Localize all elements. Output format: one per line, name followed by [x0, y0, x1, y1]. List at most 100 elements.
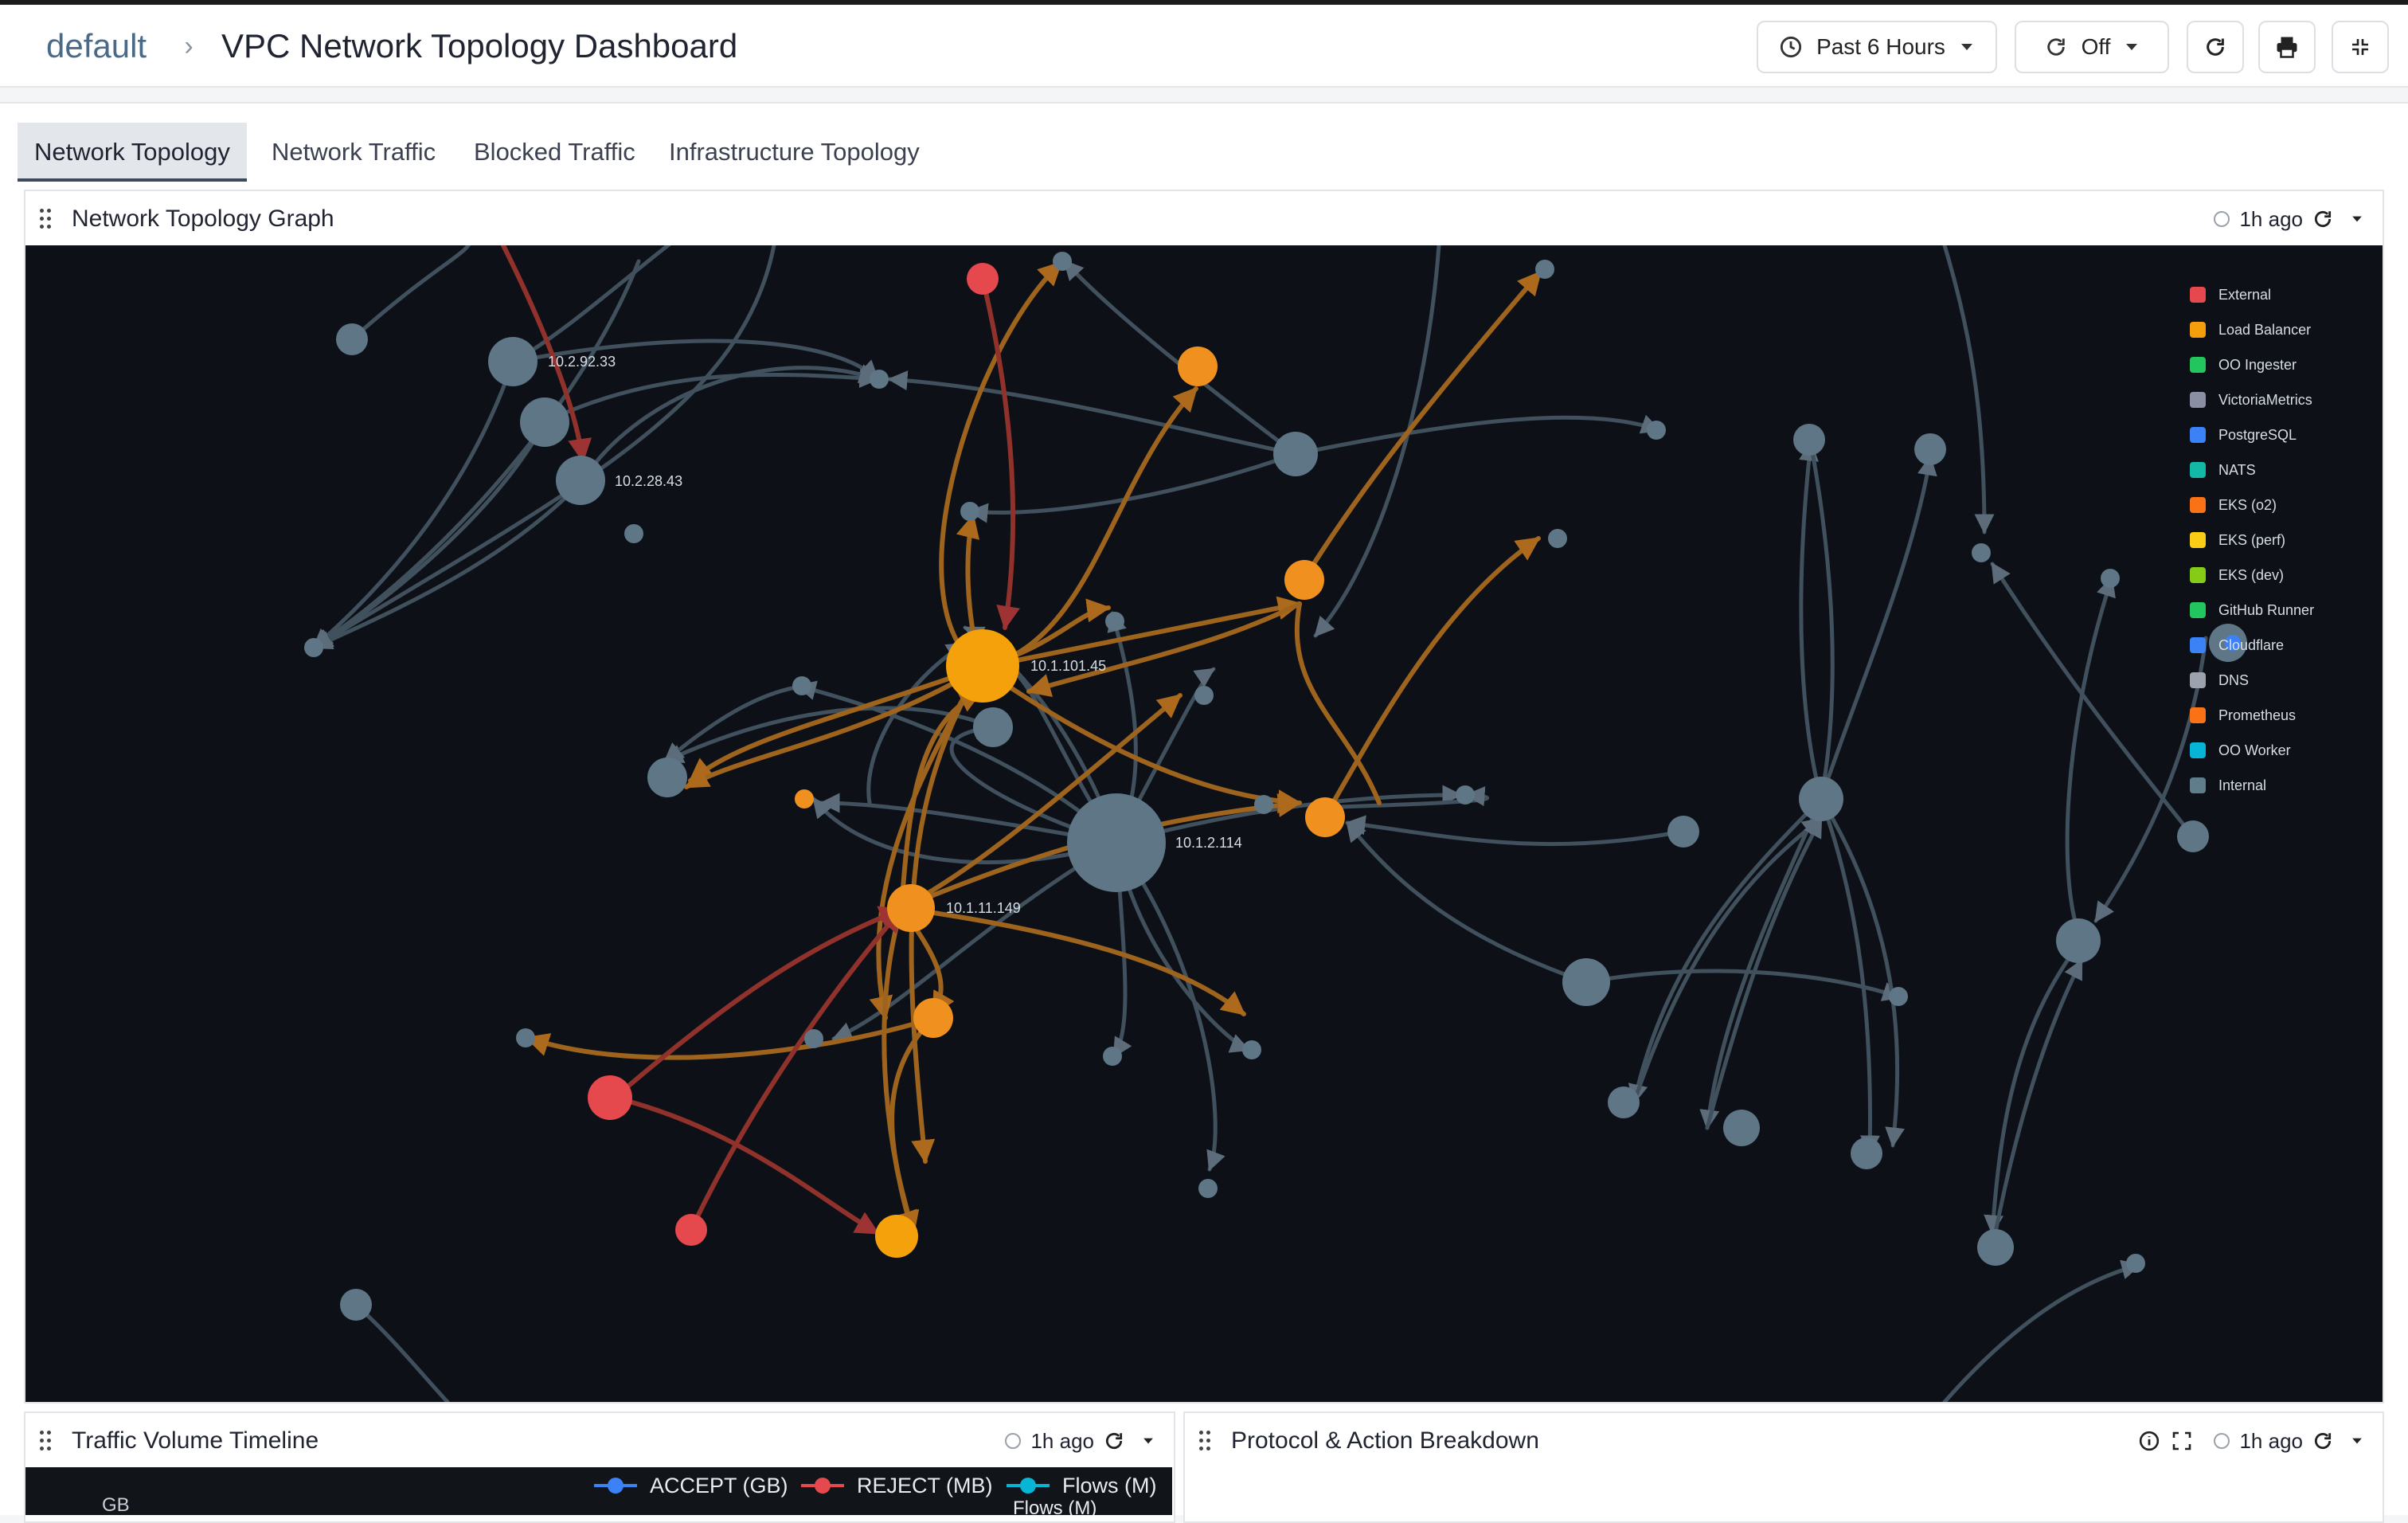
- caret-down-icon[interactable]: [2351, 215, 2363, 223]
- legend-swatch: [2190, 777, 2206, 793]
- panel-protocol-breakdown: Protocol & Action Breakdown 1h ago: [1183, 1411, 2384, 1523]
- timeline-chart[interactable]: GB ACCEPT (GB) REJECT (MB) Flows (M) Flo…: [25, 1467, 1172, 1515]
- topology-canvas[interactable]: 10.2.92.33 10.2.28.43 10.1.101.45 10.1.2…: [25, 245, 2383, 1402]
- refresh-icon: [2046, 38, 2065, 56]
- clock-icon: [2214, 211, 2230, 227]
- legend-item-accept[interactable]: ACCEPT (GB): [592, 1474, 788, 1498]
- refresh-icon[interactable]: [2312, 1431, 2333, 1451]
- legend-item[interactable]: PostgreSQL: [2190, 417, 2354, 452]
- info-icon[interactable]: [2139, 1431, 2160, 1451]
- panel-header: Protocol & Action Breakdown 1h ago: [1185, 1413, 2383, 1469]
- legend-swatch: [2190, 357, 2206, 373]
- last-updated: 1h ago: [2239, 1428, 2303, 1453]
- legend-label: REJECT (MB): [857, 1473, 993, 1498]
- fullscreen-icon[interactable]: [2172, 1431, 2191, 1451]
- legend-item-flows[interactable]: Flows (M): [1005, 1474, 1156, 1498]
- legend-item[interactable]: VictoriaMetrics: [2190, 382, 2354, 417]
- refresh-icon[interactable]: [2312, 209, 2333, 229]
- legend-label: ACCEPT (GB): [650, 1473, 788, 1498]
- legend-label: Flows (M): [1062, 1473, 1157, 1498]
- exit-fullscreen-button[interactable]: [2332, 21, 2389, 73]
- legend-item[interactable]: GitHub Runner: [2190, 593, 2354, 628]
- refresh-icon[interactable]: [1104, 1431, 1124, 1451]
- legend-swatch: [2190, 707, 2206, 723]
- caret-down-icon[interactable]: [1142, 1437, 1155, 1445]
- legend-swatch: [2190, 322, 2206, 338]
- legend-swatch: [2190, 497, 2206, 513]
- caret-down-icon: [1960, 44, 1972, 50]
- caret-down-icon: [2126, 44, 2138, 50]
- refresh-button[interactable]: [2187, 21, 2244, 73]
- legend-label: Internal: [2218, 777, 2267, 793]
- legend-item[interactable]: EKS (o2): [2190, 487, 2354, 523]
- chevron-right-icon: ›: [184, 31, 194, 61]
- node-label: 10.1.101.45: [1030, 658, 1106, 674]
- legend-item[interactable]: EKS (perf): [2190, 523, 2354, 558]
- node-label: 10.2.28.43: [615, 473, 682, 489]
- legend-item-reject[interactable]: REJECT (MB): [799, 1474, 993, 1498]
- y-axis-unit: GB: [102, 1494, 130, 1515]
- legend-label: OO Ingester: [2218, 356, 2297, 373]
- legend-swatch: [2190, 742, 2206, 758]
- legend-label: EKS (dev): [2218, 566, 2285, 583]
- caret-down-icon[interactable]: [2351, 1437, 2363, 1445]
- legend-label: Load Balancer: [2218, 321, 2312, 338]
- legend-line-marker: [1007, 1478, 1050, 1494]
- tab-infrastructure-topology[interactable]: Infrastructure Topology: [652, 123, 936, 182]
- last-updated: 1h ago: [1030, 1428, 1094, 1453]
- legend-swatch: [2190, 602, 2206, 618]
- legend-item[interactable]: OO Ingester: [2190, 347, 2354, 382]
- legend-swatch: [2190, 427, 2206, 443]
- last-updated: 1h ago: [2239, 206, 2303, 231]
- legend-item[interactable]: Cloudflare: [2190, 628, 2354, 663]
- print-button[interactable]: [2258, 21, 2316, 73]
- legend-item[interactable]: DNS: [2190, 663, 2354, 698]
- drag-handle-icon[interactable]: [40, 1431, 53, 1451]
- panel-header: Traffic Volume Timeline 1h ago: [25, 1413, 1174, 1469]
- legend-line-marker: [801, 1478, 844, 1494]
- legend-swatch: [2190, 462, 2206, 478]
- legend-swatch: [2190, 287, 2206, 303]
- panel-meta: 1h ago: [2204, 191, 2363, 247]
- legend-item[interactable]: OO Worker: [2190, 733, 2354, 768]
- legend-label: NATS: [2218, 461, 2256, 478]
- panel-header: Network Topology Graph 1h ago: [25, 191, 2383, 247]
- clock-icon: [1780, 36, 1802, 58]
- legend-label: External: [2218, 286, 2272, 303]
- legend-label: Cloudflare: [2218, 636, 2285, 653]
- topology-nodes[interactable]: [304, 252, 2247, 1321]
- tab-blocked-traffic[interactable]: Blocked Traffic: [457, 123, 652, 182]
- legend-item[interactable]: Internal: [2190, 768, 2354, 803]
- series-label: Flows (M): [1013, 1498, 1097, 1515]
- legend-swatch: [2190, 567, 2206, 583]
- breadcrumb-root[interactable]: default: [46, 5, 147, 88]
- legend-item[interactable]: External: [2190, 277, 2354, 312]
- drag-handle-icon[interactable]: [40, 209, 53, 229]
- time-range-label: Past 6 Hours: [1816, 34, 1945, 59]
- panel-meta: 1h ago: [2129, 1413, 2363, 1469]
- legend-swatch: [2190, 392, 2206, 408]
- clock-icon: [2214, 1433, 2230, 1449]
- refresh-icon: [2207, 38, 2224, 56]
- auto-refresh-label: Off: [2081, 34, 2111, 59]
- node-label: 10.1.11.149: [946, 900, 1021, 916]
- legend-swatch: [2190, 637, 2206, 653]
- legend-item[interactable]: Load Balancer: [2190, 312, 2354, 347]
- legend-label: DNS: [2218, 671, 2250, 688]
- legend-label: VictoriaMetrics: [2218, 391, 2312, 408]
- topology-svg[interactable]: 10.2.92.33 10.2.28.43 10.1.101.45 10.1.2…: [25, 245, 2383, 1402]
- tab-network-topology[interactable]: Network Topology: [18, 123, 247, 182]
- time-range-picker[interactable]: Past 6 Hours: [1757, 21, 1997, 73]
- node-label: 10.2.92.33: [548, 354, 616, 370]
- legend-item[interactable]: NATS: [2190, 452, 2354, 487]
- dashboard-header: default › VPC Network Topology Dashboard…: [0, 5, 2408, 88]
- collapse-icon: [2352, 39, 2368, 55]
- legend-line-marker: [594, 1478, 637, 1494]
- legend-item[interactable]: EKS (dev): [2190, 558, 2354, 593]
- legend-swatch: [2190, 532, 2206, 548]
- drag-handle-icon[interactable]: [1199, 1431, 1212, 1451]
- auto-refresh-picker[interactable]: Off: [2015, 21, 2169, 73]
- clock-icon: [1005, 1433, 1022, 1449]
- legend-item[interactable]: Prometheus: [2190, 698, 2354, 733]
- tab-network-traffic[interactable]: Network Traffic: [255, 123, 452, 182]
